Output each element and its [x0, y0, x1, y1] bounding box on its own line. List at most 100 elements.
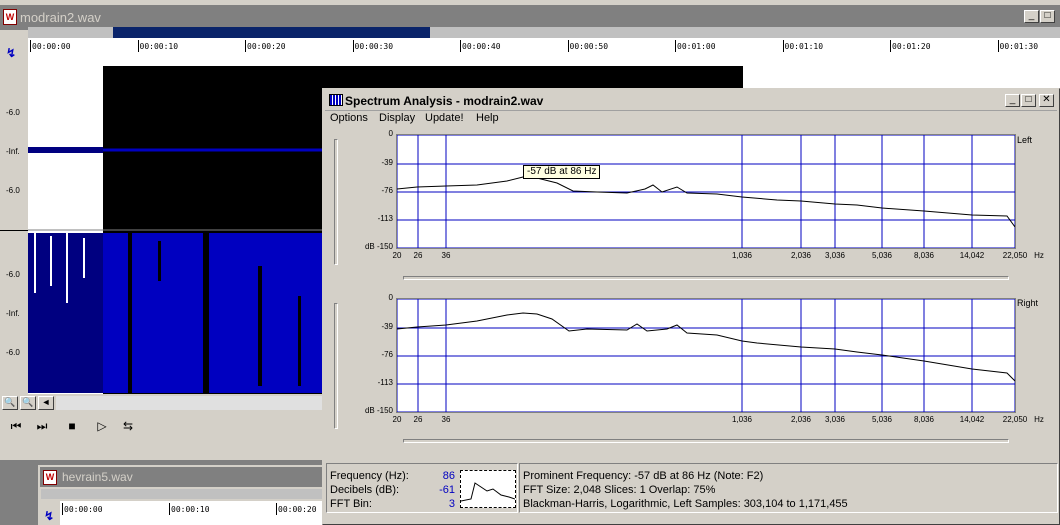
right-channel-label: Right	[1017, 298, 1039, 308]
scroll-left-button[interactable]: ◄	[38, 396, 54, 410]
ruler-tick	[137, 40, 139, 52]
horizontal-scrollbar[interactable]	[56, 396, 322, 410]
zoom-out-button[interactable]: 🔍	[20, 396, 36, 410]
second-wave-title: hevrain5.wav	[62, 470, 133, 484]
play-icon[interactable]: ▷	[94, 418, 110, 434]
x-tick-label: 8,036	[913, 251, 935, 260]
ruler-tick	[675, 40, 676, 52]
spectrum-curve	[397, 312, 1015, 382]
db-label-bottom-1: -6.0	[6, 270, 20, 279]
status-line-3: Blackman-Harris, Logarithmic, Left Sampl…	[523, 498, 848, 510]
mini-spectrum-preview	[460, 470, 516, 508]
x-tick-label: 5,036	[871, 415, 893, 424]
wave-title: modrain2.wav	[20, 10, 101, 25]
x-tick-label: 1,036	[731, 415, 753, 424]
menu-update[interactable]: Update!	[425, 112, 464, 124]
left-channel-label: Left	[1017, 135, 1033, 145]
y-tick-label: -76	[381, 350, 393, 359]
db-label: Decibels (dB):	[330, 484, 400, 496]
db-label-bottom-2: -Inf.	[6, 309, 20, 318]
db-label-top-3: -6.0	[6, 186, 20, 195]
ruler-tick	[245, 40, 246, 52]
go-to-start-icon[interactable]: ⏮	[8, 418, 24, 434]
db-value: -61	[439, 484, 455, 496]
left-horizontal-slider[interactable]	[403, 276, 1009, 280]
minimize-button[interactable]: _	[1024, 10, 1039, 23]
menu-display[interactable]: Display	[379, 112, 415, 124]
x-tick-label: 2,036	[790, 415, 812, 424]
ruler-label: 00:00:20	[247, 42, 286, 51]
second-overview-bar[interactable]	[41, 489, 322, 499]
ruler-label: 00:01:20	[892, 42, 931, 51]
snap-icon[interactable]: ↯	[6, 46, 20, 60]
ruler-tick	[352, 40, 354, 52]
second-ruler-tick	[62, 503, 63, 515]
second-snap-icon[interactable]: ↯	[44, 509, 54, 523]
y-tick-label: -113	[377, 214, 393, 223]
spectrum-icon	[329, 94, 343, 106]
wave-file-icon: W	[3, 9, 17, 25]
db-label-bottom-3: -6.0	[6, 348, 20, 357]
y-tick-label: 0	[388, 129, 393, 138]
stop-icon[interactable]: ■	[64, 418, 80, 434]
spectrum-maximize-button[interactable]: □	[1021, 94, 1036, 107]
maximize-button[interactable]: □	[1040, 10, 1055, 23]
x-tick-label: 26	[413, 415, 423, 424]
wave-tail	[743, 66, 1060, 88]
ruler-tick	[997, 40, 999, 52]
overview-viewport[interactable]	[113, 27, 430, 38]
x-tick-label: 22,050	[1002, 415, 1028, 424]
x-tick-label: 14,042	[959, 251, 985, 260]
status-panel-left: Frequency (Hz): 86 Decibels (dB): -61 FF…	[326, 463, 518, 513]
menu-options[interactable]: Options	[330, 112, 368, 124]
second-wave-window: hevrain5.wav W ↯ 00:00:00 00:00:10 00:00:2…	[38, 465, 322, 525]
second-ruler-tick	[276, 503, 277, 515]
ruler-label: 00:01:00	[677, 42, 716, 51]
spectrum-close-button[interactable]: ✕	[1039, 94, 1054, 107]
x-tick-label: 3,036	[824, 251, 846, 260]
x-tick-label: 36	[441, 415, 451, 424]
second-ruler-label: 00:00:00	[64, 505, 103, 514]
go-to-end-icon[interactable]: ⏭	[34, 418, 50, 434]
right-horizontal-slider[interactable]	[403, 439, 1009, 443]
x-unit-label: Hz	[1034, 415, 1044, 424]
ruler-label: 00:00:10	[139, 42, 179, 51]
loop-icon[interactable]: ⇆	[120, 418, 136, 434]
ruler-tick	[30, 40, 31, 52]
second-wave-titlebar[interactable]: hevrain5.wav	[40, 467, 322, 487]
y-tick-label: -39	[381, 322, 393, 331]
second-ruler-label: 00:00:10	[171, 505, 210, 514]
ruler-label: 00:00:50	[569, 42, 609, 51]
freq-label: Frequency (Hz):	[330, 470, 409, 482]
status-panel-right: Prominent Frequency: -57 dB at 86 Hz (No…	[519, 463, 1058, 513]
x-tick-label: 8,036	[913, 415, 935, 424]
x-tick-label: 1,036	[731, 251, 753, 260]
x-tick-label: 5,036	[871, 251, 893, 260]
x-tick-label: 20	[392, 415, 402, 424]
zoom-in-button[interactable]: 🔍	[2, 396, 18, 410]
right-spectrum-plot[interactable]	[396, 298, 1016, 413]
desktop: { "main_window": { "title": "modrain2.wa…	[0, 0, 1060, 525]
x-unit-label: Hz	[1034, 251, 1044, 260]
left-vertical-slider[interactable]	[334, 139, 338, 265]
x-tick-label: 20	[392, 251, 402, 260]
menu-help[interactable]: Help	[476, 112, 499, 124]
second-ruler-tick	[169, 503, 170, 515]
status-line-2: FFT Size: 2,048 Slices: 1 Overlap: 75%	[523, 484, 716, 496]
db-label-top-2: -Inf.	[6, 147, 20, 156]
ruler-tick	[782, 40, 784, 52]
ruler-tick	[567, 40, 569, 52]
x-tick-label: 26	[413, 251, 423, 260]
ruler-tick	[890, 40, 891, 52]
y-tick-label: dB -150	[364, 406, 393, 415]
x-tick-label: 2,036	[790, 251, 812, 260]
second-wave-file-icon: W	[43, 470, 57, 485]
ruler-label: 00:00:00	[32, 42, 71, 51]
spectrum-titlebar[interactable]: Spectrum Analysis - modrain2.wav _ □ ✕	[325, 91, 1057, 111]
right-vertical-slider[interactable]	[334, 303, 338, 429]
y-tick-label: 0	[388, 293, 393, 302]
spectrum-minimize-button[interactable]: _	[1005, 94, 1020, 107]
spectrum-title: Spectrum Analysis - modrain2.wav	[345, 94, 544, 108]
left-spectrum-plot[interactable]: -57 dB at 86 Hz	[396, 134, 1016, 249]
tooltip: -57 dB at 86 Hz	[523, 165, 601, 179]
